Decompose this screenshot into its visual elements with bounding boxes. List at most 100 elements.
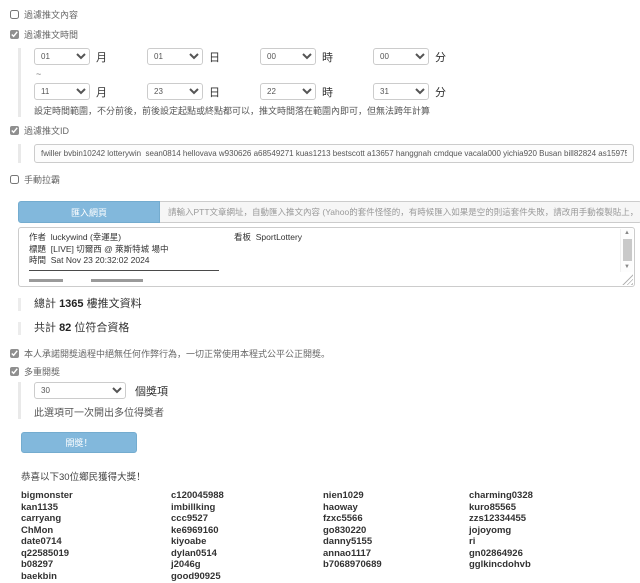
manual-slot-label: 手動拉霸 <box>24 173 60 186</box>
winner-id: bigmonster <box>21 491 171 502</box>
from-day-select[interactable]: 01 <box>147 48 203 65</box>
winner-id: q22585019 <box>21 549 171 560</box>
filter-content-checkbox[interactable] <box>10 10 19 19</box>
winner-id: nien1029 <box>323 491 469 502</box>
import-url-button[interactable]: 匯入網頁 <box>18 201 160 223</box>
hour-unit-label: 時 <box>322 84 333 100</box>
clipped-text-fragment <box>91 279 143 282</box>
article-clipped-line <box>29 279 634 282</box>
winner-id: danny5155 <box>323 537 469 548</box>
qualified-users-count: 82 <box>59 322 71 334</box>
total-comments-count: 1365 <box>59 298 83 310</box>
filter-content-label: 過濾推文內容 <box>24 8 78 21</box>
filter-id-group <box>18 144 640 163</box>
winner-id: kan1135 <box>21 503 171 514</box>
to-month-select[interactable]: 11 <box>34 83 90 100</box>
to-day-select[interactable]: 23 <box>147 83 203 100</box>
article-content: 作者 luckywind (幸運星) 看板 SportLottery 標題 [L… <box>19 228 634 282</box>
winner-id: j2046g <box>171 560 323 571</box>
scrollbar-up-icon[interactable]: ▲ <box>624 229 630 238</box>
article-board: 看板 SportLottery <box>234 232 302 244</box>
manual-slot-checkbox[interactable] <box>10 175 19 184</box>
winner-id: ke6969160 <box>171 526 323 537</box>
month-unit-label: 月 <box>96 84 107 100</box>
to-hour-select[interactable]: 22 <box>260 83 316 100</box>
winner-id: go830220 <box>323 526 469 537</box>
winner-id: ccc9527 <box>171 514 323 525</box>
winner-id: gn02864926 <box>469 549 533 560</box>
scrollbar-down-icon[interactable]: ▼ <box>624 263 630 272</box>
winner-id: gglkincdohvb <box>469 560 533 571</box>
congrats-message: 恭喜以下30位鄉民獲得大獎！ <box>21 469 640 483</box>
filter-time-checkbox[interactable] <box>10 30 19 39</box>
day-unit-label: 日 <box>209 84 220 100</box>
winner-id: kiyoabe <box>171 537 323 548</box>
winner-id: baekbin <box>21 572 171 583</box>
article-title: 標題 [LIVE] 切爾西 @ 萊斯特城 場中 <box>29 244 634 256</box>
filter-id-row: 過濾推文ID <box>10 124 640 137</box>
multi-draw-row: 多重開獎 <box>10 365 640 378</box>
total-comments-stat: 總計 1365 樓推文資料 <box>18 298 640 311</box>
winner-id: b7068970689 <box>323 560 469 571</box>
qualified-users-stat: 共計 82 位符合資格 <box>18 322 640 335</box>
from-hour-select[interactable]: 00 <box>260 48 316 65</box>
winner-id: charming0328 <box>469 491 533 502</box>
article-header-row1: 作者 luckywind (幸運星) 看板 SportLottery <box>29 232 634 244</box>
scrollbar-thumb[interactable] <box>623 239 632 261</box>
article-author: 作者 luckywind (幸運星) <box>29 232 234 244</box>
prize-count-group: 30 個獎項 此選項可一次開出多位得獎者 <box>18 382 640 419</box>
multi-draw-checkbox[interactable] <box>10 367 19 376</box>
from-minute-select[interactable]: 00 <box>373 48 429 65</box>
filter-content-row: 過濾推文內容 <box>10 8 640 21</box>
winner-id: b08297 <box>21 560 171 571</box>
winner-id: dylan0514 <box>171 549 323 560</box>
clipped-text-fragment <box>29 279 63 282</box>
time-from-row: 01 月 01 日 00 時 00 分 <box>34 48 640 65</box>
time-range-tilde: ~ <box>36 69 640 79</box>
article-content-textarea[interactable]: 作者 luckywind (幸運星) 看板 SportLottery 標題 [L… <box>18 227 635 287</box>
winner-id: c120045988 <box>171 491 323 502</box>
filter-time-label: 過濾推文時間 <box>24 28 78 41</box>
pledge-row: 本人承諾開獎過程中絕無任何作弊行為，一切正常使用本程式公平公正開獎。 <box>10 347 640 360</box>
multi-draw-note: 此選項可一次開出多位得獎者 <box>34 404 640 419</box>
winner-id: ChMon <box>21 526 171 537</box>
winner-id: zzs12334455 <box>469 514 533 525</box>
pledge-label: 本人承諾開獎過程中絕無任何作弊行為，一切正常使用本程式公平公正開獎。 <box>24 347 330 360</box>
manual-slot-row: 手動拉霸 <box>10 173 640 186</box>
pledge-checkbox[interactable] <box>10 349 19 358</box>
article-url-input[interactable] <box>160 201 640 223</box>
winners-column: c120045988imbillkingccc9527ke6969160kiyo… <box>171 491 323 583</box>
to-minute-select[interactable]: 31 <box>373 83 429 100</box>
filter-time-row: 過濾推文時間 <box>10 28 640 41</box>
filter-id-label: 過濾推文ID <box>24 124 69 137</box>
winner-id: carryang <box>21 514 171 525</box>
article-time: 時間 Sat Nov 23 20:32:02 2024 <box>29 255 634 267</box>
draw-button[interactable]: 開獎！ <box>21 432 137 453</box>
prize-count-select[interactable]: 30 <box>34 382 126 399</box>
winners-column: charming0328kuro85565zzs12334455jojoyomg… <box>469 491 533 583</box>
winner-id: kuro85565 <box>469 503 533 514</box>
time-range-note: 設定時間範圍，不分前後，前後設定起點或終點都可以，推文時間落在範圍內即可，但無法… <box>34 104 640 117</box>
winner-id: fzxc5566 <box>323 514 469 525</box>
import-url-row: 匯入網頁 <box>18 201 640 223</box>
minute-unit-label: 分 <box>435 84 446 100</box>
hour-unit-label: 時 <box>322 49 333 65</box>
multi-draw-label: 多重開獎 <box>24 365 60 378</box>
lottery-tool-page: { "colors": { "accent": "#82b8dc" }, "fi… <box>0 0 640 504</box>
winners-grid: bigmonsterkan1135carryangChMondate0714q2… <box>21 491 640 583</box>
prize-count-row: 30 個獎項 <box>34 382 640 399</box>
winner-id: good90925 <box>171 572 323 583</box>
time-range-group: 01 月 01 日 00 時 00 分 ~ 11 月 23 日 22 時 31 … <box>18 48 640 117</box>
winner-id: annao1117 <box>323 549 469 560</box>
filter-id-checkbox[interactable] <box>10 126 19 135</box>
winner-id: haoway <box>323 503 469 514</box>
day-unit-label: 日 <box>209 49 220 65</box>
winner-id: date0714 <box>21 537 171 548</box>
minute-unit-label: 分 <box>435 49 446 65</box>
article-separator-line <box>29 270 219 271</box>
winner-id: ri <box>469 537 533 548</box>
filter-id-input[interactable] <box>34 144 634 163</box>
textarea-scrollbar[interactable]: ▲ ▼ <box>620 229 633 272</box>
winner-id: jojoyomg <box>469 526 533 537</box>
from-month-select[interactable]: 01 <box>34 48 90 65</box>
